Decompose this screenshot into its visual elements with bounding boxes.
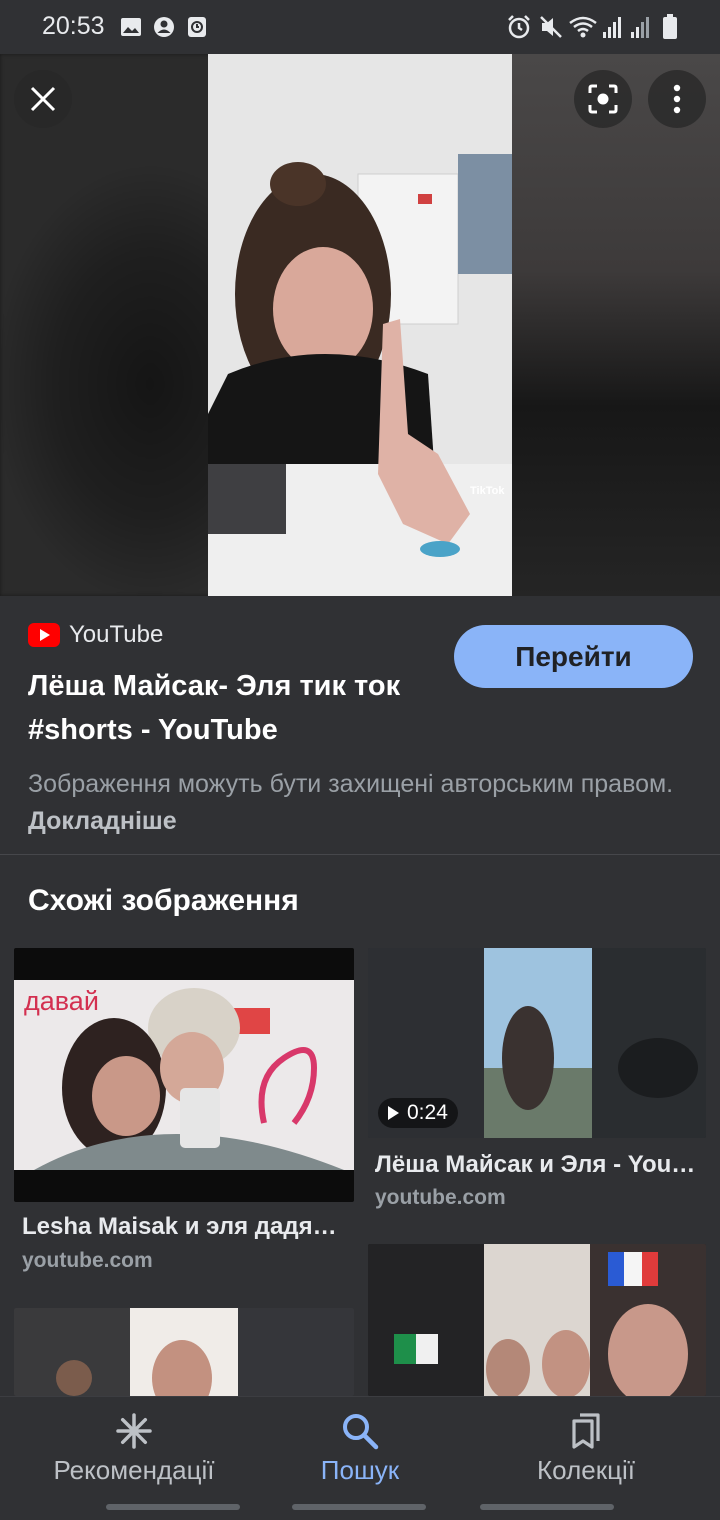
image-icon xyxy=(121,18,141,36)
learn-more-link[interactable]: Докладніше xyxy=(28,807,177,835)
related-item[interactable] xyxy=(14,1308,354,1396)
signal-icon xyxy=(631,17,649,38)
preview-background-right xyxy=(512,54,720,596)
gesture-bar xyxy=(480,1504,614,1510)
preview-video-frame: TikTok xyxy=(208,54,512,596)
nav-label: Пошук xyxy=(320,1455,400,1485)
collections-icon xyxy=(572,1413,600,1449)
related-item[interactable]: давай Lesha Maisak и эля дадя… youtube.c… xyxy=(14,948,354,1278)
signal-icon xyxy=(603,17,621,38)
related-item[interactable]: 0:24 Лёша Майсак и Эля - You… youtube.co… xyxy=(368,948,706,1218)
alarm-icon xyxy=(508,15,530,39)
tiktok-watermark: TikTok xyxy=(470,485,505,497)
section-divider xyxy=(0,854,720,855)
related-thumbnail xyxy=(14,1308,354,1396)
related-heading: Схожі зображення xyxy=(28,884,299,917)
youtube-logo-icon xyxy=(28,623,60,647)
screen-record-icon xyxy=(188,17,206,37)
video-duration: 0:24 xyxy=(407,1101,448,1124)
more-vert-icon xyxy=(673,84,681,114)
video-duration-badge: 0:24 xyxy=(378,1098,458,1128)
related-thumbnail xyxy=(368,1244,706,1396)
gesture-bar xyxy=(106,1504,240,1510)
mute-icon xyxy=(540,16,562,38)
more-options-button[interactable] xyxy=(648,70,706,128)
close-button[interactable] xyxy=(14,70,72,128)
nav-collections[interactable]: Колекції xyxy=(476,1411,696,1486)
thumbnail-caption: давай xyxy=(24,986,99,1016)
play-icon xyxy=(388,1106,399,1120)
preview-image[interactable]: TikTok xyxy=(0,54,720,596)
nav-label: Рекомендації xyxy=(53,1455,215,1485)
related-item-title: Lesha Maisak и эля дадя… xyxy=(22,1213,337,1240)
search-icon xyxy=(343,1414,379,1450)
source-name: YouTube xyxy=(69,621,164,648)
google-lens-button[interactable] xyxy=(574,70,632,128)
battery-icon xyxy=(663,14,677,39)
wifi-icon xyxy=(569,16,597,38)
related-item[interactable] xyxy=(368,1244,706,1396)
visit-button[interactable]: Перейти xyxy=(454,625,693,688)
related-thumbnail: 0:24 xyxy=(368,948,706,1138)
copyright-notice: Зображення можуть бути захищені авторськ… xyxy=(28,766,692,840)
related-item-source: youtube.com xyxy=(375,1186,506,1209)
related-thumbnail: давай xyxy=(14,948,354,1202)
bottom-navigation: Рекомендації Пошук Колекції xyxy=(0,1396,720,1520)
close-icon xyxy=(30,86,56,112)
related-item-source: youtube.com xyxy=(22,1249,153,1272)
gesture-bar xyxy=(292,1504,426,1510)
source-row[interactable]: YouTube xyxy=(28,620,163,650)
account-icon xyxy=(154,17,174,37)
related-item-title: Лёша Майсак и Эля - You… xyxy=(375,1151,696,1178)
status-time: 20:53 xyxy=(42,12,105,40)
nav-search[interactable]: Пошук xyxy=(250,1411,470,1486)
result-info-panel: YouTube Перейти Лёша Майсак- Эля тик ток… xyxy=(0,596,720,854)
result-title[interactable]: Лёша Майсак- Эля тик ток #shorts - YouTu… xyxy=(28,664,448,752)
google-lens-icon xyxy=(588,84,618,114)
video-still: TikTok xyxy=(208,54,512,596)
nav-recommendations[interactable]: Рекомендації xyxy=(24,1411,244,1486)
copyright-text: Зображення можуть бути захищені авторськ… xyxy=(28,770,674,798)
asterisk-icon xyxy=(116,1413,152,1449)
status-bar: 20:53 xyxy=(0,0,720,54)
nav-label: Колекції xyxy=(537,1455,635,1485)
